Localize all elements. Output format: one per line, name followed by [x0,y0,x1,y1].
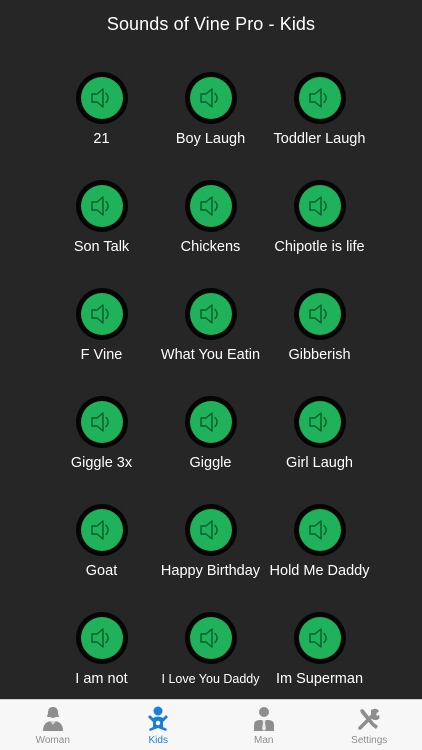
speaker-icon [199,196,218,216]
sound-item[interactable]: 21 [47,72,156,180]
play-sound-button[interactable] [293,504,346,556]
sound-item[interactable]: Giggle [156,396,265,504]
screen: Sounds of Vine Pro - Kids 21 Boy Laugh T… [0,0,422,750]
sound-label: Giggle [189,455,232,471]
speaker-icon [308,196,327,216]
speaker-icon [90,520,109,540]
tab-woman[interactable]: Woman [0,700,106,750]
man-icon [253,707,274,731]
sound-item[interactable]: F Vine [47,288,156,396]
sound-label: What You Eatin [160,347,261,363]
play-sound-button[interactable] [184,72,237,124]
speaker-icon [199,520,218,540]
speaker-icon [308,520,327,540]
woman-icon [42,707,63,731]
sound-label: Chipotle is life [274,239,365,255]
sound-item[interactable]: Girl Laugh [265,396,374,504]
speaker-icon [199,628,218,648]
sound-item[interactable]: Giggle 3x [47,396,156,504]
tab-label: Settings [351,735,388,746]
play-sound-button[interactable] [184,612,237,664]
tab-man[interactable]: Man [211,700,317,750]
sound-label: Chickens [180,239,241,255]
sound-label: Girl Laugh [286,455,353,471]
play-sound-button[interactable] [184,180,237,232]
speaker-icon [90,628,109,648]
sound-label: Giggle 3x [70,455,133,471]
play-sound-button[interactable] [184,396,237,448]
sound-label: Goat [85,563,118,579]
sound-item[interactable]: Son Talk [47,180,156,288]
page-title: Sounds of Vine Pro - Kids [106,14,316,34]
sound-label: Boy Laugh [175,131,246,147]
sound-item[interactable]: Chickens [156,180,265,288]
play-sound-button[interactable] [293,288,346,340]
play-sound-button[interactable] [75,396,128,448]
tab-label: Man [254,735,274,746]
sound-label: Toddler Laugh [273,131,366,147]
sound-label: I Love You Daddy [161,672,260,686]
sound-item[interactable]: Hold Me Daddy [265,504,374,612]
play-sound-button[interactable] [184,504,237,556]
sound-grid: 21 Boy Laugh Toddler Laugh Son Talk Chic… [47,72,375,720]
sound-item[interactable]: Toddler Laugh [265,72,374,180]
speaker-icon [308,88,327,108]
sound-item[interactable]: Happy Birthday [156,504,265,612]
play-sound-button[interactable] [293,396,346,448]
sound-item[interactable]: Boy Laugh [156,72,265,180]
sound-item[interactable]: Chipotle is life [265,180,374,288]
tab-bar: Woman Kids Man Settings [0,699,422,750]
play-sound-button[interactable] [293,180,346,232]
speaker-icon [199,88,218,108]
sound-label: Happy Birthday [160,563,261,579]
sound-label: 21 [93,131,110,147]
tab-settings[interactable]: Settings [317,700,422,750]
tab-label: Woman [35,735,70,746]
sound-item[interactable]: Gibberish [265,288,374,396]
play-sound-button[interactable] [75,612,128,664]
play-sound-button[interactable] [75,288,128,340]
speaker-icon [199,304,218,324]
sound-item[interactable]: What You Eatin [156,288,265,396]
sound-label: Im Superman [275,671,364,687]
speaker-icon [199,412,218,432]
baby-icon [148,706,169,731]
play-sound-button[interactable] [184,288,237,340]
sound-label: I am not [75,671,128,687]
speaker-icon [308,304,327,324]
speaker-icon [90,196,109,216]
play-sound-button[interactable] [75,180,128,232]
play-sound-button[interactable] [75,504,128,556]
sound-label: F Vine [80,347,123,363]
speaker-icon [90,88,109,108]
speaker-icon [308,628,327,648]
play-sound-button[interactable] [293,612,346,664]
sound-label: Hold Me Daddy [269,563,370,579]
sound-label: Gibberish [288,347,351,363]
play-sound-button[interactable] [75,72,128,124]
speaker-icon [308,412,327,432]
tab-kids[interactable]: Kids [106,700,212,750]
sound-label: Son Talk [73,239,130,255]
speaker-icon [90,304,109,324]
play-sound-button[interactable] [293,72,346,124]
tools-icon [358,708,380,730]
speaker-icon [90,412,109,432]
tab-label: Kids [148,735,168,746]
sound-item[interactable]: Goat [47,504,156,612]
